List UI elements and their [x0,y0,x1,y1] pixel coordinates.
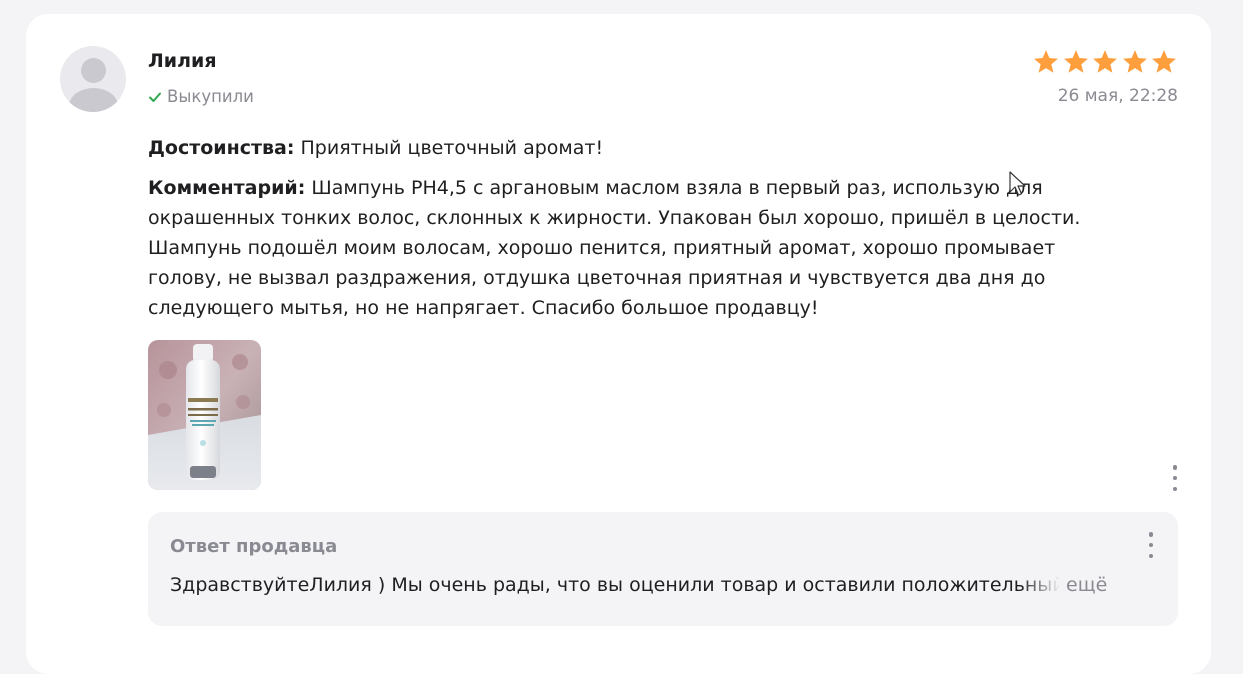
user-avatar-icon [60,46,126,112]
review-author-name: Лилия [148,50,217,72]
purchase-status-label: Выкупили [167,87,254,106]
pros-text: Приятный цветочный аромат! [300,137,604,159]
product-photo-shampoo-bottle [148,340,261,490]
purchase-status: Выкупили [148,87,254,106]
check-icon [149,92,161,102]
comment-label: Комментарий: [148,177,306,199]
star-icon [1152,50,1176,73]
star-icon [1063,50,1088,73]
rating-stars [1031,48,1179,76]
review-card: Лилия Выкупили 26 мая, 22:28 Достоинства… [26,14,1211,674]
star-icon [1122,50,1147,73]
review-date: 26 мая, 22:28 [1057,86,1178,106]
star-icon [1093,50,1117,73]
review-comment: Комментарий: Шампунь PH4,5 с аргановым м… [148,173,1128,323]
seller-reply-text: ЗдравствуйтеЛилия ) Мы очень рады, что в… [170,574,1060,596]
seller-reply: Ответ продавца ЗдравствуйтеЛилия ) Мы оч… [148,512,1178,626]
review-pros: Достоинства: Приятный цветочный аромат! [148,133,1128,163]
seller-reply-menu-button[interactable] [1148,532,1154,558]
mouse-cursor-icon [1009,171,1026,196]
review-menu-button[interactable] [1172,465,1178,491]
seller-reply-title: Ответ продавца [170,536,338,557]
seller-reply-more-link[interactable]: ещё [1066,574,1107,596]
review-photo-thumbnail[interactable] [148,340,261,490]
pros-label: Достоинства: [148,137,295,159]
star-icon [1034,50,1058,73]
